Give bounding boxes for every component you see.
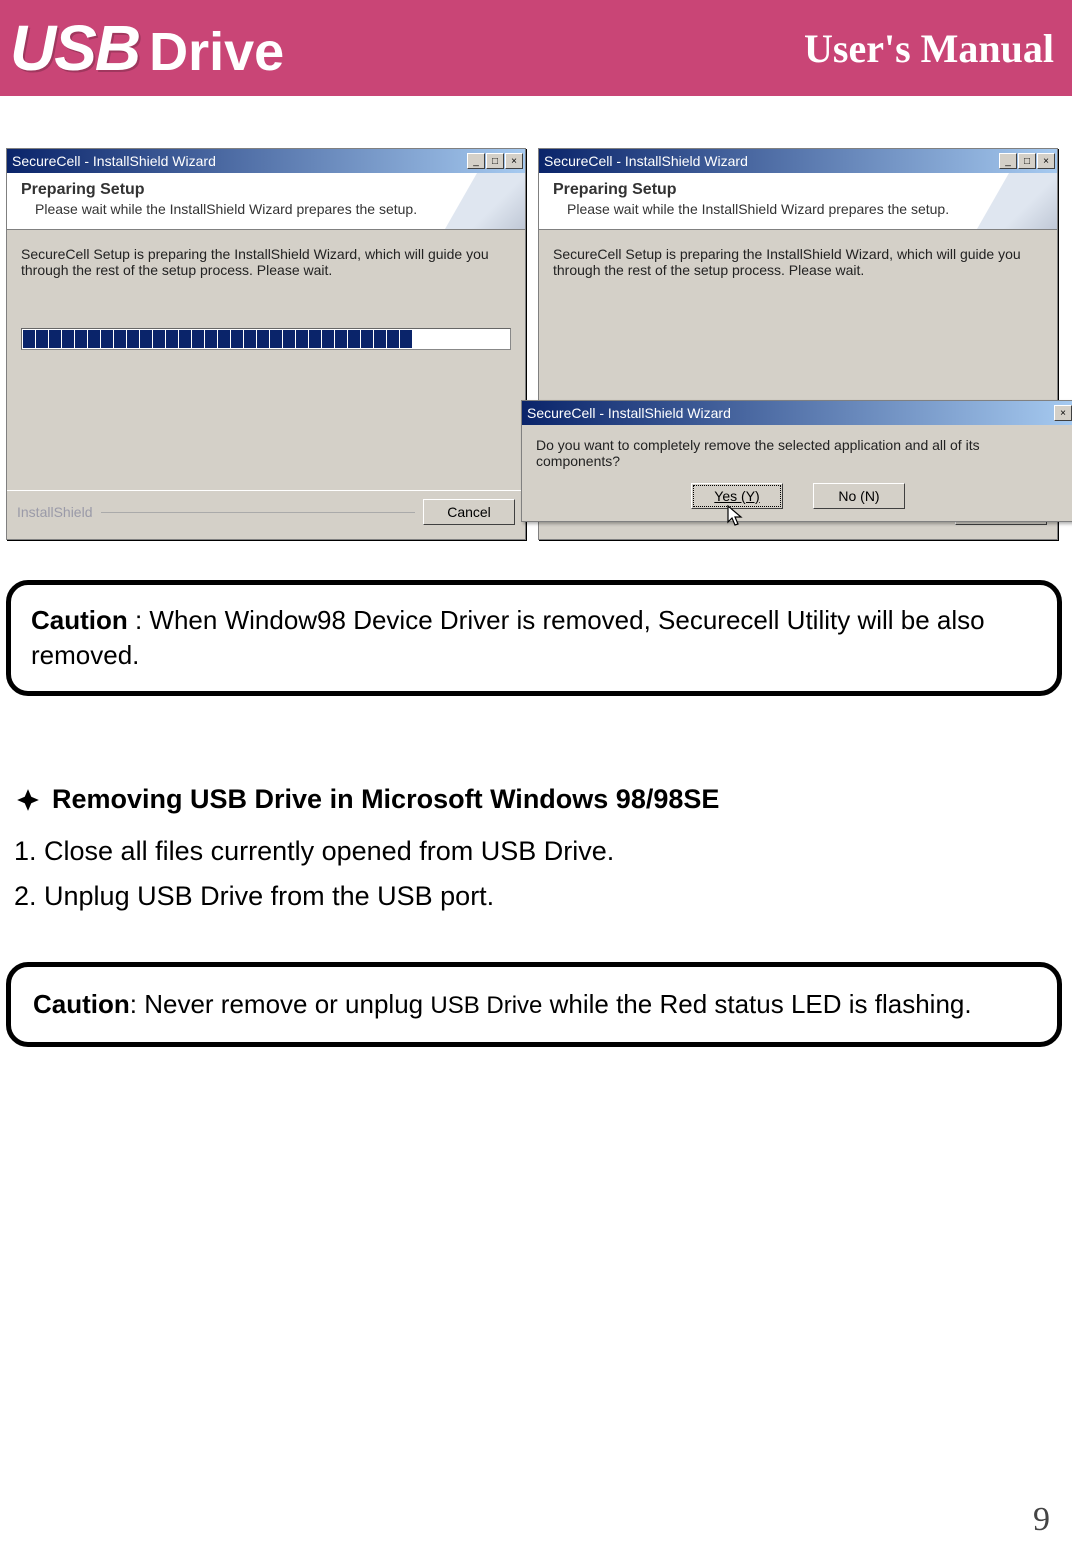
footer-brand: InstallShield xyxy=(17,504,93,520)
cancel-button[interactable]: Cancel xyxy=(423,499,515,525)
installer-window-right: SecureCell - InstallShield Wizard _ □ × … xyxy=(538,148,1058,540)
window-body: SecureCell Setup is preparing the Instal… xyxy=(539,230,1057,490)
minimize-button[interactable]: _ xyxy=(999,153,1017,169)
maximize-button[interactable]: □ xyxy=(1018,153,1036,169)
window-header-title: Preparing Setup xyxy=(553,181,1043,199)
body-text: SecureCell Setup is preparing the Instal… xyxy=(21,246,511,278)
window-header-subtitle: Please wait while the InstallShield Wiza… xyxy=(553,201,1043,217)
dialog-title: SecureCell - InstallShield Wizard xyxy=(527,405,731,421)
close-button[interactable]: × xyxy=(1037,153,1055,169)
no-button[interactable]: No (N) xyxy=(813,483,905,509)
confirm-dialog: SecureCell - InstallShield Wizard × Do y… xyxy=(521,400,1072,522)
window-footer: InstallShield Cancel xyxy=(7,490,525,539)
window-header: Preparing Setup Please wait while the In… xyxy=(539,173,1057,230)
titlebar-buttons: _ □ × xyxy=(999,153,1055,169)
window-header-title: Preparing Setup xyxy=(21,181,511,199)
logo-drive-text: Drive xyxy=(149,21,284,83)
footer-divider xyxy=(101,512,416,513)
logo-usb-text: USB xyxy=(10,11,139,85)
page-number: 9 xyxy=(1033,1501,1050,1539)
caution-box-1: Caution : When Window98 Device Driver is… xyxy=(6,580,1062,696)
minimize-button[interactable]: _ xyxy=(467,153,485,169)
section-title-row: Removing USB Drive in Microsoft Windows … xyxy=(14,784,1058,815)
logo: USB Drive xyxy=(10,11,284,85)
caution-label: Caution xyxy=(31,605,128,635)
step-2: 2. Unplug USB Drive from the USB port. xyxy=(14,878,1058,914)
caution-box-2: Caution: Never remove or unplug USB Driv… xyxy=(6,962,1062,1047)
section-title: Removing USB Drive in Microsoft Windows … xyxy=(52,784,719,815)
header-bar: USB Drive User's Manual xyxy=(0,0,1072,96)
titlebar-buttons: _ □ × xyxy=(467,153,523,169)
caution-post: while the Red status LED is flashing. xyxy=(542,989,971,1019)
dialog-titlebar-buttons: × xyxy=(1054,405,1072,421)
dialog-buttons: Yes (Y) No (N) xyxy=(522,477,1072,521)
section-removing-usb: Removing USB Drive in Microsoft Windows … xyxy=(14,784,1058,914)
dialog-titlebar: SecureCell - InstallShield Wizard × xyxy=(522,401,1072,425)
titlebar: SecureCell - InstallShield Wizard _ □ × xyxy=(7,149,525,173)
body-text: SecureCell Setup is preparing the Instal… xyxy=(553,246,1043,278)
progress-bar xyxy=(21,328,511,350)
window-body: SecureCell Setup is preparing the Instal… xyxy=(7,230,525,490)
window-title: SecureCell - InstallShield Wizard xyxy=(544,153,748,169)
plus-bullet-icon xyxy=(14,786,42,814)
header-title: User's Manual xyxy=(804,25,1054,72)
dialog-message: Do you want to completely remove the sel… xyxy=(522,425,1072,477)
window-title: SecureCell - InstallShield Wizard xyxy=(12,153,216,169)
close-button[interactable]: × xyxy=(1054,405,1072,421)
caution-text: : When Window98 Device Driver is removed… xyxy=(31,605,985,670)
caution-pre: : Never remove or unplug xyxy=(130,989,431,1019)
window-header-subtitle: Please wait while the InstallShield Wiza… xyxy=(21,201,511,217)
screenshots-row: SecureCell - InstallShield Wizard _ □ × … xyxy=(0,96,1072,556)
step-1: 1. Close all files currently opened from… xyxy=(14,833,1058,869)
window-header: Preparing Setup Please wait while the In… xyxy=(7,173,525,230)
installer-window-left: SecureCell - InstallShield Wizard _ □ × … xyxy=(6,148,526,540)
titlebar: SecureCell - InstallShield Wizard _ □ × xyxy=(539,149,1057,173)
caution-label: Caution xyxy=(33,989,130,1019)
close-button[interactable]: × xyxy=(505,153,523,169)
caution-usb-inline: USB Drive xyxy=(430,992,542,1019)
maximize-button[interactable]: □ xyxy=(486,153,504,169)
